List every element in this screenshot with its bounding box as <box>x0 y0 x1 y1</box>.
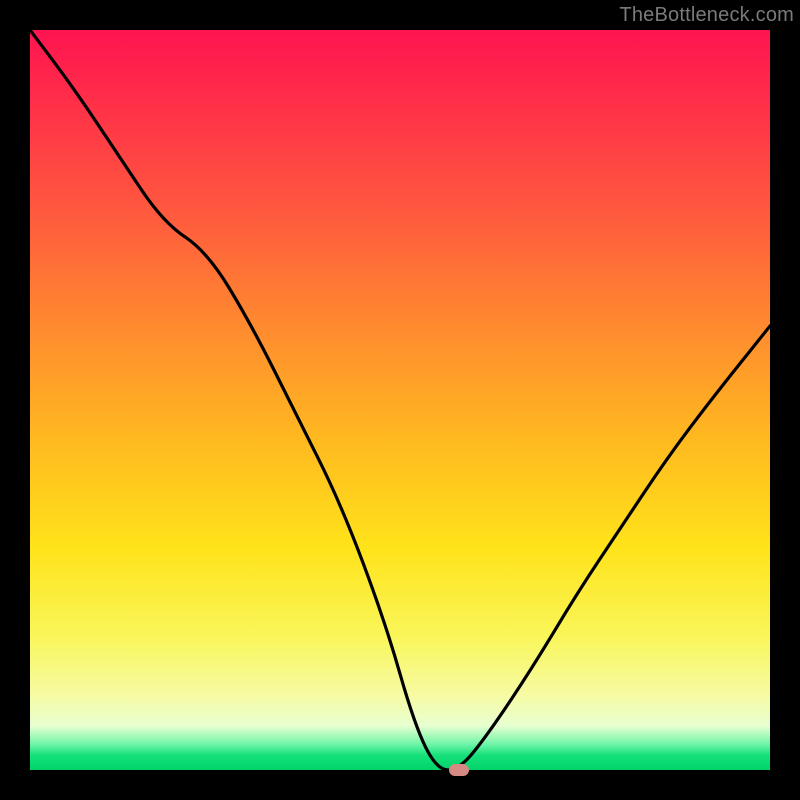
optimum-marker <box>449 764 469 776</box>
plot-area <box>30 30 770 770</box>
chart-frame: TheBottleneck.com <box>0 0 800 800</box>
curve-path <box>30 30 770 770</box>
watermark-text: TheBottleneck.com <box>619 4 794 27</box>
bottleneck-curve <box>30 30 770 770</box>
